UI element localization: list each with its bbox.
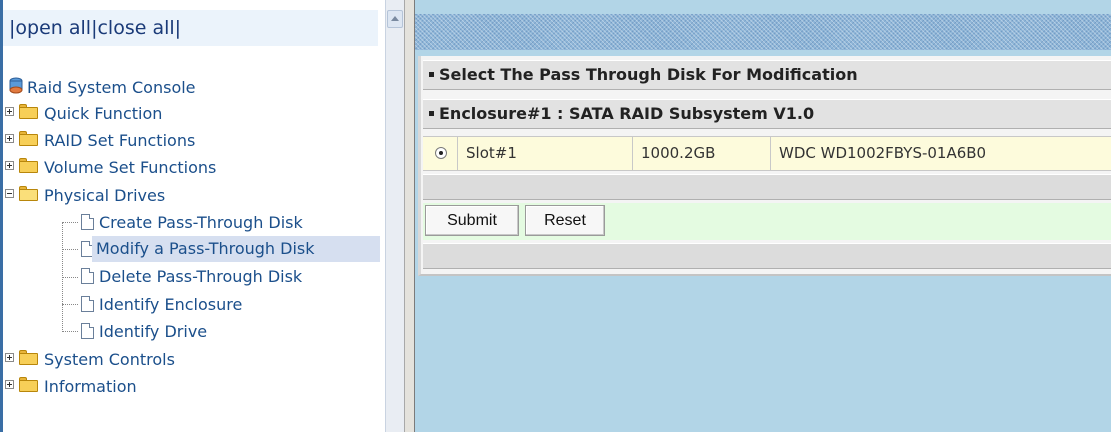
tree-item-label: Information [44,376,137,396]
tree-subitem-label: Identify Enclosure [99,294,243,314]
frame-splitter[interactable] [404,0,415,432]
page-icon [81,323,94,339]
tree-connector [62,222,78,223]
bullet-icon [429,110,434,116]
nav-frame-edge [0,0,3,432]
tree-connector [62,331,78,332]
reset-button[interactable]: Reset [525,205,605,236]
expand-icon[interactable] [5,353,14,362]
expand-icon[interactable] [5,134,14,143]
page-icon [81,214,94,230]
tree-item-information[interactable]: Information [5,373,305,399]
tree-subitem-label-selected: Modify a Pass-Through Disk [92,236,380,262]
expand-icon[interactable] [5,380,14,389]
bullet-icon [429,71,434,77]
tree-item-volume-set-functions[interactable]: Volume Set Functions [5,154,305,180]
submit-button[interactable]: Submit [425,205,519,236]
tree-item-quick-function[interactable]: Quick Function [5,100,305,126]
section-header: Select The Pass Through Disk For Modific… [423,60,1111,90]
header-pattern-bar [415,14,1111,50]
expand-icon[interactable] [5,107,14,116]
tree-item-raid-set-functions[interactable]: RAID Set Functions [5,127,305,153]
disk-model: WDC WD1002FBYS-01A6B0 [770,137,1111,170]
open-all-link[interactable]: open all [15,17,91,39]
folder-icon [19,377,38,392]
tree-subitem-identify-drive[interactable]: Identify Drive [77,318,377,344]
spacer-bar [423,174,1111,200]
tree-subitem-identify-enclosure[interactable]: Identify Enclosure [77,291,377,317]
tree-item-label: Physical Drives [44,185,166,205]
page-icon [81,268,94,284]
collapse-icon[interactable] [5,189,14,198]
tree-item-label: RAID Set Functions [44,130,196,150]
button-row: Submit Reset [423,203,1111,240]
tree-connector [62,249,78,250]
tree-subitem-modify-pass-through-disk[interactable]: Modify a Pass-Through Disk [77,236,380,262]
tree-subitem-label: Delete Pass-Through Disk [99,266,303,286]
tree-subitem-create-pass-through-disk[interactable]: Create Pass-Through Disk [77,209,377,235]
tree-subitem-delete-pass-through-disk[interactable]: Delete Pass-Through Disk [77,263,377,289]
disk-capacity: 1000.2GB [632,137,770,170]
pass-through-panel: Select The Pass Through Disk For Modific… [418,56,1111,276]
scroll-up-arrow-icon[interactable] [387,10,403,28]
tree-item-physical-drives[interactable]: Physical Drives [5,182,305,208]
tree-subitem-label: Create Pass-Through Disk [99,212,303,232]
disk-row[interactable]: Slot#1 1000.2GB WDC WD1002FBYS-01A6B0 [423,136,1111,171]
expand-icon[interactable] [5,161,14,170]
close-all-link[interactable]: close all [97,17,174,39]
tree-item-system-controls[interactable]: System Controls [5,346,305,372]
page-icon [81,296,94,312]
tree-subitem-label: Identify Drive [99,321,208,341]
tree-root-label: Raid System Console [27,77,196,97]
enclosure-header: Enclosure#1 : SATA RAID Subsystem V1.0 [423,99,1111,129]
tree-item-label: Quick Function [44,103,163,123]
folder-icon [19,158,38,173]
section-title: Select The Pass Through Disk For Modific… [439,65,858,84]
open-close-bar: |open all|close all| [3,10,378,46]
tree-root[interactable]: Raid System Console [8,74,308,100]
tree-item-label: Volume Set Functions [44,157,217,177]
tree-connector [62,304,78,305]
enclosure-title: Enclosure#1 : SATA RAID Subsystem V1.0 [439,104,815,123]
folder-icon [19,131,38,146]
tree-item-label: System Controls [44,349,175,369]
tree-connector [62,277,78,278]
footer-bar [423,243,1111,269]
navigation-frame: |open all|close all| Raid System Console… [0,0,385,432]
folder-icon [19,104,38,119]
separator: | [174,17,182,39]
disk-radio[interactable] [435,147,447,159]
open-folder-icon [19,186,38,201]
folder-icon [19,350,38,365]
nav-scrollbar[interactable] [385,0,404,432]
disk-slot: Slot#1 [457,137,632,170]
console-icon [9,77,23,94]
main-frame: Select The Pass Through Disk For Modific… [415,0,1111,432]
